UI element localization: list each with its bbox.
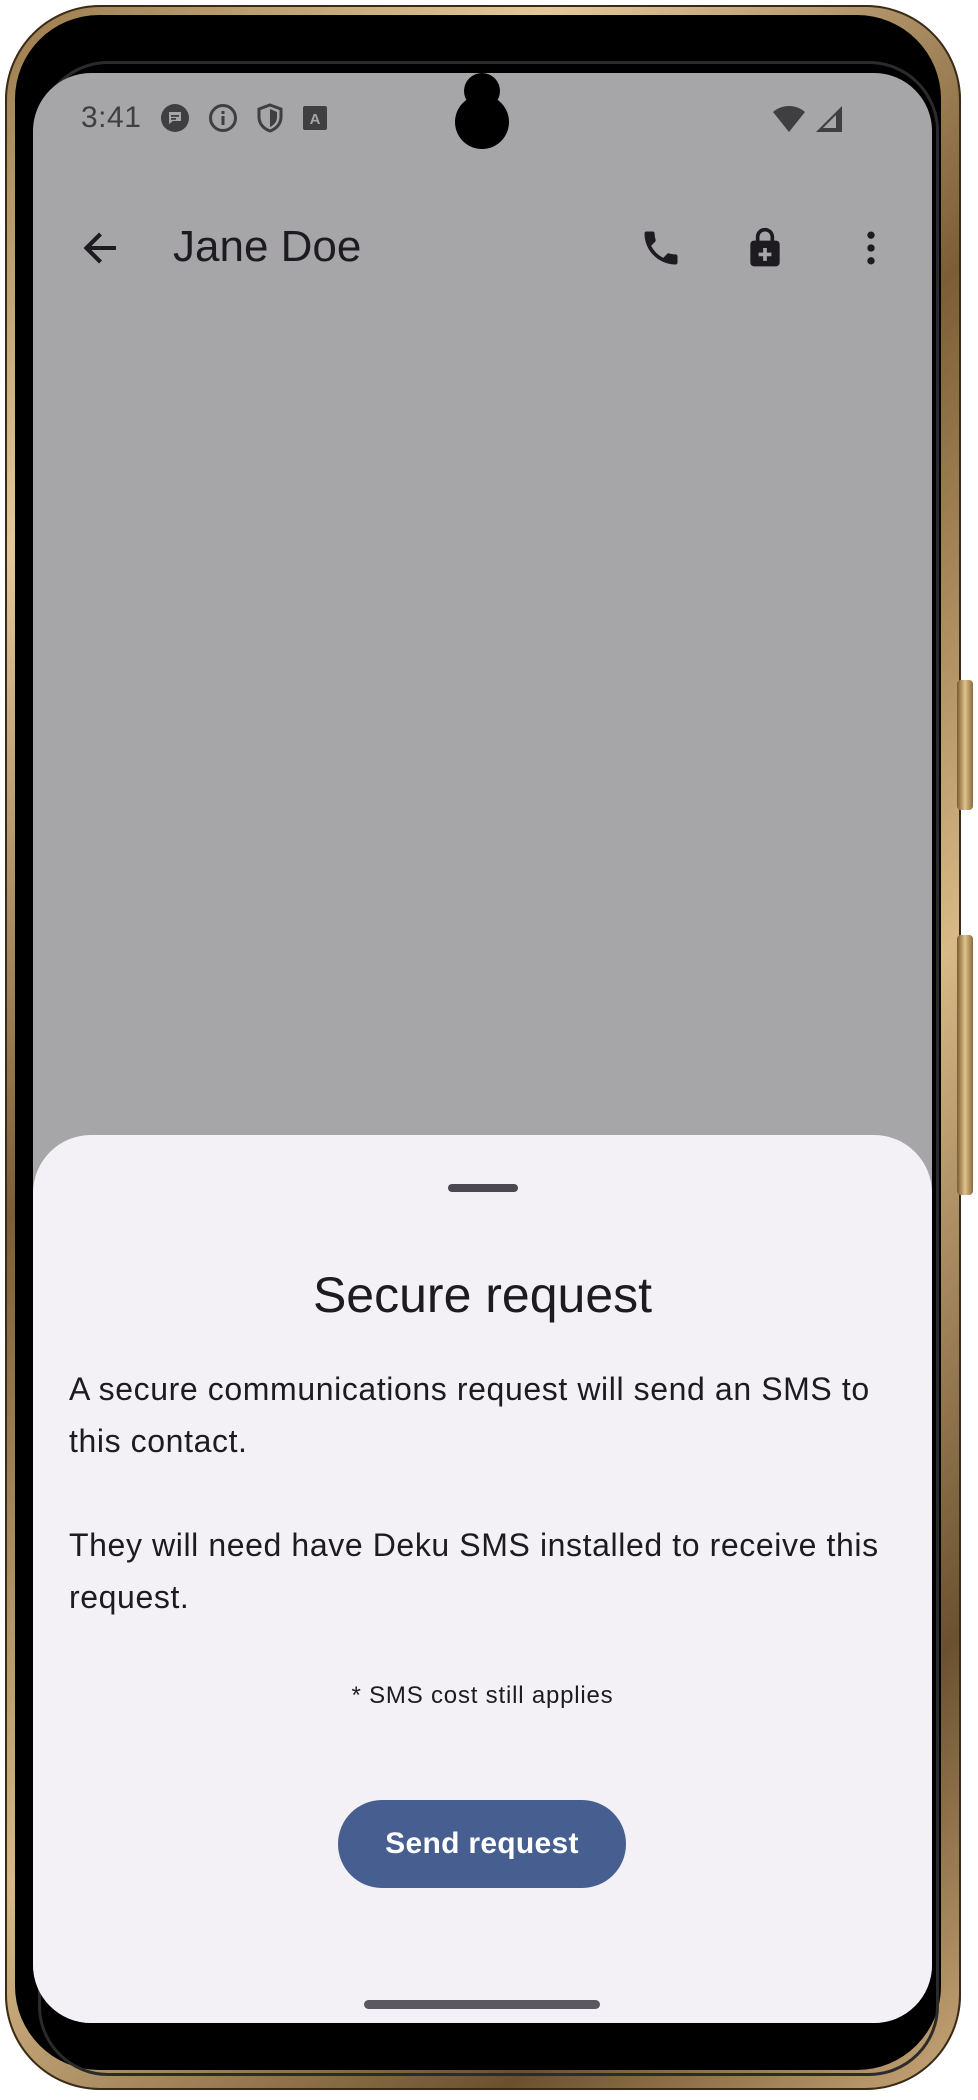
- sms-cost-note: * SMS cost still applies: [351, 1682, 614, 1709]
- volume-button: [957, 935, 973, 1195]
- sheet-description: A secure communications request will sen…: [69, 1363, 909, 1623]
- svg-text:A: A: [310, 111, 321, 128]
- home-indicator[interactable]: [364, 2000, 600, 2009]
- shield-icon: [256, 103, 284, 133]
- contact-name: Jane Doe: [173, 222, 362, 271]
- more-options-button[interactable]: [831, 208, 911, 288]
- back-arrow-icon: [83, 232, 116, 264]
- status-time: 3:41: [81, 101, 142, 134]
- lock-add-icon: [750, 227, 780, 267]
- top-app-bar: Jane Doe: [33, 193, 932, 303]
- call-button[interactable]: [621, 208, 701, 288]
- send-request-button[interactable]: Send request: [338, 1800, 626, 1888]
- wifi-icon: [772, 105, 806, 138]
- phone-icon: [644, 231, 678, 265]
- drag-handle[interactable]: [448, 1184, 518, 1192]
- description-paragraph-1: A secure communications request will sen…: [69, 1371, 870, 1459]
- secure-request-button[interactable]: [725, 208, 805, 288]
- system-icons: [772, 105, 844, 138]
- sheet-title: Secure request: [312, 1267, 653, 1323]
- notification-icons: A: [160, 103, 328, 133]
- info-icon: [208, 103, 238, 133]
- bottom-sheet: Secure request A secure communications r…: [33, 1135, 932, 2023]
- screen: 3:41 A Jane Doe Secure request A secure …: [33, 73, 932, 2023]
- power-button: [957, 680, 973, 810]
- back-button[interactable]: [61, 208, 141, 288]
- status-bar: 3:41 A: [33, 73, 932, 165]
- messages-icon: [160, 103, 190, 133]
- more-vert-icon: [867, 231, 875, 265]
- front-camera: [455, 95, 509, 149]
- cell-signal-icon: [814, 105, 844, 138]
- description-paragraph-2: They will need have Deku SMS installed t…: [69, 1527, 879, 1615]
- text-a-icon: A: [302, 105, 328, 131]
